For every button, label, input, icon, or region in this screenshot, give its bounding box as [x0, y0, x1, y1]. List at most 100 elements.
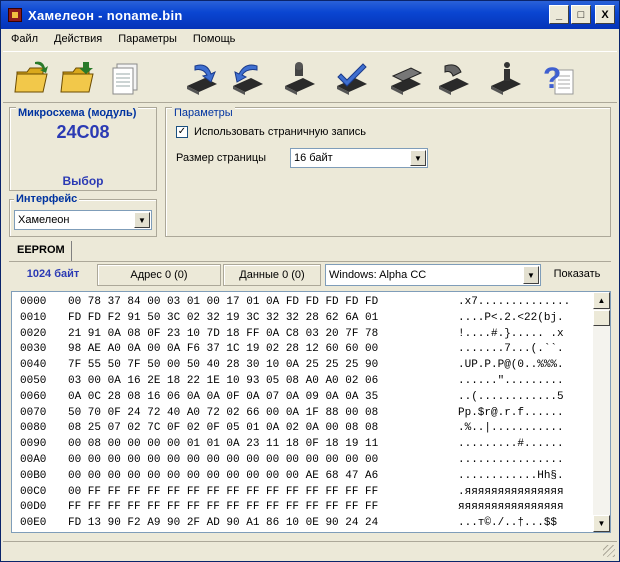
hex-bytes: 98 AE A0 0A 00 0A F6 37 1C 19 02 28 12 6…	[68, 343, 379, 356]
hex-bytes: 50 70 0F 24 72 40 A0 72 02 66 00 0A 1F 8…	[68, 406, 379, 419]
chip-op2-button[interactable]	[431, 56, 475, 100]
address-readout: Адрес 0 (0)	[97, 264, 221, 286]
chip-info-button[interactable]	[483, 56, 527, 100]
chip-info-icon	[491, 62, 521, 95]
document-icon	[112, 63, 138, 95]
hex-ascii: ............Hh§.	[458, 469, 564, 482]
page-size-value: 16 байт	[294, 152, 333, 164]
hex-ascii: .UP.P.P@(0..%%%.	[458, 359, 564, 372]
main-window: Хамелеон - noname.bin _ □ X Файл Действи…	[0, 0, 620, 562]
menu-file[interactable]: Файл	[3, 31, 46, 49]
data-readout: Данные 0 (0)	[223, 264, 321, 286]
minimize-button[interactable]: _	[549, 5, 569, 24]
hex-ascii: Pp.$r@.r.f......	[458, 406, 564, 419]
title-bar[interactable]: Хамелеон - noname.bin _ □ X	[1, 1, 619, 29]
menu-help[interactable]: Помощь	[185, 31, 244, 49]
document-button[interactable]	[103, 56, 147, 100]
hex-bytes: 7F 55 50 7F 50 00 50 40 28 30 10 0A 25 2…	[68, 359, 379, 372]
chip-op-button[interactable]	[383, 56, 427, 100]
save-button[interactable]	[57, 56, 101, 100]
tab-divider	[9, 261, 611, 262]
erase-chip-icon	[285, 62, 315, 95]
open-folder-icon	[14, 61, 48, 93]
read-chip-icon	[187, 64, 217, 95]
encoding-select[interactable]: Windows: Alpha CC ▼	[325, 264, 541, 286]
hex-bytes: FF FF FF FF FF FF FF FF FF FF FF FF FF F…	[68, 501, 379, 514]
menu-parameters[interactable]: Параметры	[110, 31, 185, 49]
save-folder-icon	[60, 62, 94, 93]
hex-ascii: яяяяяяяяяяяяяяяя	[458, 501, 564, 514]
hex-ascii: !....#.}..... .x	[458, 327, 564, 340]
write-chip-icon	[233, 64, 263, 95]
help-icon: ?	[543, 62, 574, 95]
page-size-label: Размер страницы	[176, 152, 267, 164]
chevron-down-icon[interactable]: ▼	[523, 266, 539, 284]
chip-panel: Микросхема (модуль) 24C08 Выбор	[9, 107, 157, 191]
hex-ascii: ................	[458, 454, 564, 466]
hex-address: 0020	[20, 327, 47, 340]
scrollbar-thumb[interactable]	[593, 310, 610, 326]
hex-bytes: 00 08 00 00 00 00 01 01 0A 23 11 18 0F 1…	[68, 438, 379, 451]
chip-panel-label: Микросхема (модуль)	[16, 107, 139, 119]
erase-chip-button[interactable]	[277, 56, 321, 100]
parameters-panel: Параметры ✓ Использовать страничную запи…	[165, 107, 611, 237]
menu-actions[interactable]: Действия	[46, 31, 110, 49]
resize-grip-icon[interactable]	[603, 545, 615, 557]
hex-address: 00D0	[20, 501, 47, 514]
tab-eeprom[interactable]: EEPROM	[11, 241, 72, 261]
hex-address: 00E0	[20, 517, 47, 530]
size-readout: 1024 байт	[26, 268, 80, 280]
interface-select[interactable]: Хамелеон ▼	[14, 210, 152, 230]
hex-bytes: 08 25 07 02 7C 0F 02 0F 05 01 0A 02 0A 0…	[68, 422, 379, 435]
toolbar: ?	[3, 51, 617, 103]
interface-value: Хамелеон	[18, 214, 70, 226]
verify-chip-icon	[337, 63, 367, 95]
menu-bar: Файл Действия Параметры Помощь	[3, 31, 243, 49]
hex-ascii: ....P<.2.<22(bj.	[458, 311, 564, 324]
close-button[interactable]: X	[595, 5, 615, 24]
hex-view[interactable]: 0000 00 78 37 84 00 03 01 00 17 01 0A FD …	[11, 291, 611, 533]
hex-ascii: .%..|...........	[458, 422, 564, 435]
hex-address: 0060	[20, 390, 47, 403]
app-icon	[8, 8, 22, 22]
page-write-label: Использовать страничную запись	[194, 126, 366, 138]
hex-ascii: .......7...(.``.	[458, 343, 564, 356]
hex-bytes: 03 00 0A 16 2E 18 22 1E 10 93 05 08 A0 A…	[68, 375, 379, 387]
chevron-down-icon[interactable]: ▼	[410, 150, 426, 166]
maximize-button[interactable]: □	[571, 5, 591, 24]
window-title: Хамелеон - noname.bin	[28, 7, 183, 23]
hex-ascii: .x7..............	[458, 296, 571, 308]
hex-address: 00C0	[20, 485, 47, 498]
hex-bytes: FD FD F2 91 50 3C 02 32 19 3C 32 32 28 6…	[68, 311, 379, 324]
chevron-down-icon[interactable]: ▼	[134, 212, 150, 228]
show-button[interactable]: Показать	[543, 264, 611, 286]
hex-address: 00A0	[20, 454, 47, 466]
open-button[interactable]	[11, 56, 55, 100]
hex-address: 0070	[20, 406, 47, 419]
scroll-down-icon[interactable]: ▼	[593, 515, 610, 532]
hex-address: 0040	[20, 359, 47, 372]
window-controls: _ □ X	[549, 5, 615, 24]
write-chip-button[interactable]	[225, 56, 269, 100]
hex-bytes: 21 91 0A 08 0F 23 10 7D 18 FF 0A C8 03 2…	[68, 327, 379, 340]
read-chip-button[interactable]	[179, 56, 223, 100]
hex-ascii: ..(............5	[458, 390, 564, 403]
chip-op2-icon	[439, 64, 469, 95]
hex-bytes: 00 FF FF FF FF FF FF FF FF FF FF FF FF F…	[68, 485, 379, 498]
hex-address: 0010	[20, 311, 47, 324]
vertical-scrollbar[interactable]: ▲ ▼	[593, 292, 610, 532]
chip-op-icon	[391, 67, 423, 95]
hex-bytes: 00 00 00 00 00 00 00 00 00 00 00 00 AE 6…	[68, 469, 379, 482]
status-bar	[3, 541, 617, 559]
chip-select-button[interactable]: Выбор	[10, 174, 156, 188]
encoding-value: Windows: Alpha CC	[329, 269, 427, 281]
hex-ascii: ......".........	[458, 375, 564, 387]
scroll-up-icon[interactable]: ▲	[593, 292, 610, 309]
hex-ascii: .яяяяяяяяяяяяяяя	[458, 485, 564, 498]
page-write-checkbox[interactable]: ✓	[176, 126, 188, 138]
verify-chip-button[interactable]	[329, 56, 373, 100]
hex-bytes: 0A 0C 28 08 16 06 0A 0A 0F 0A 07 0A 09 0…	[68, 390, 379, 403]
help-button[interactable]: ?	[535, 56, 579, 100]
hex-ascii: .........#......	[458, 438, 564, 451]
page-size-select[interactable]: 16 байт ▼	[290, 148, 428, 168]
